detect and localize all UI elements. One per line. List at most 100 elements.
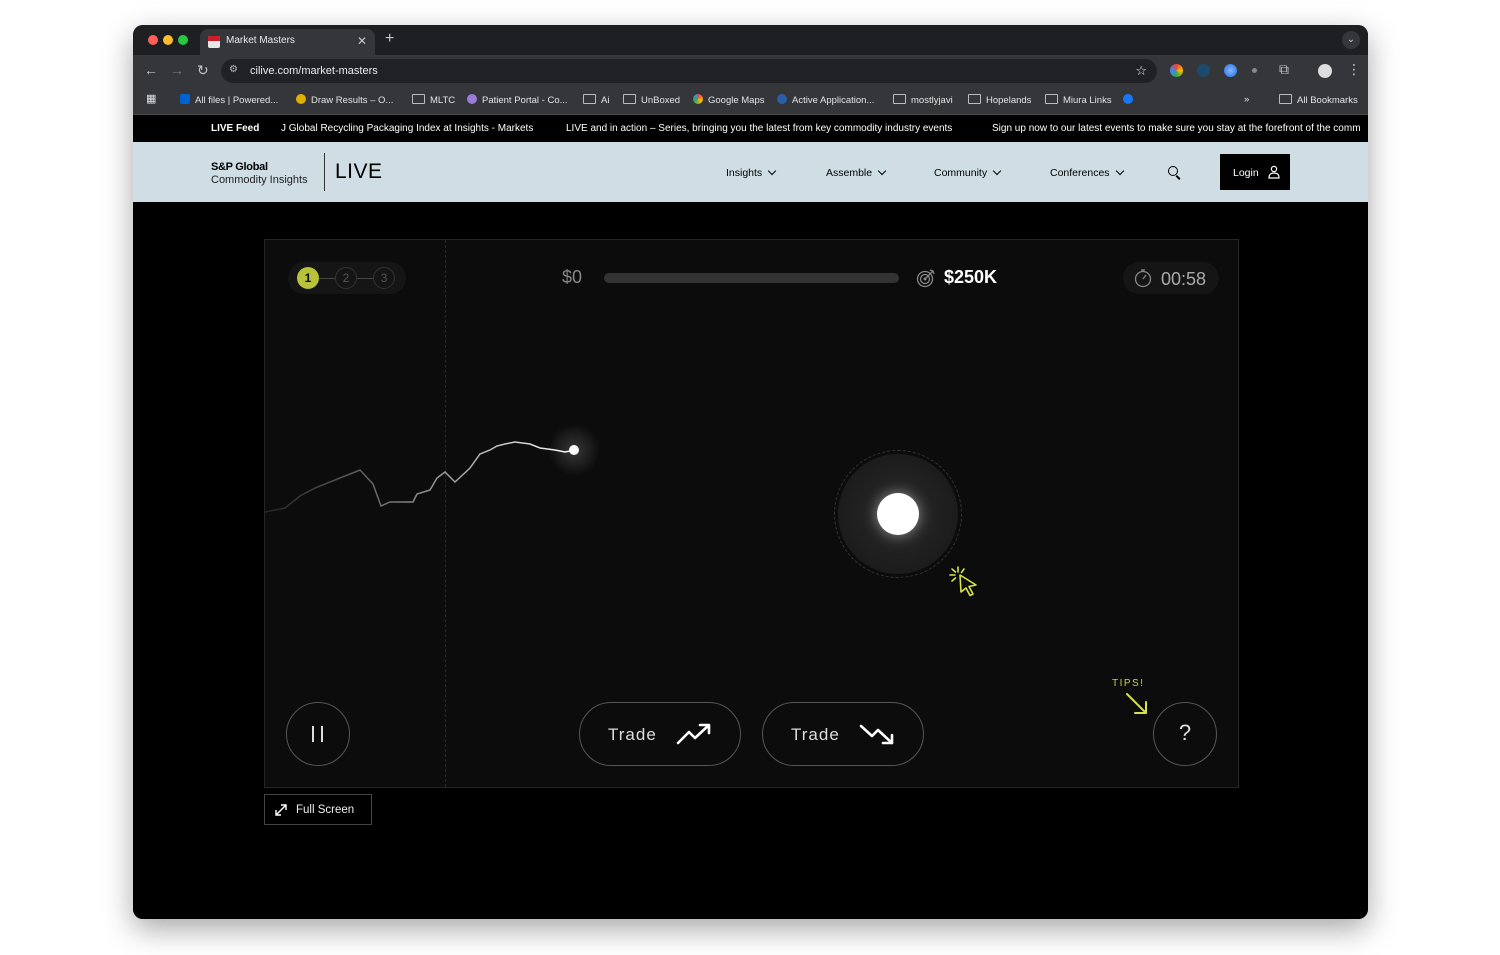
minimize-window-button[interactable] [163, 35, 173, 45]
address-bar[interactable]: ⚙ cilive.com/market-masters ☆ [221, 59, 1157, 83]
fullscreen-button[interactable]: Full Screen [264, 794, 372, 825]
bookmark-draw-results[interactable]: Draw Results – O... [296, 94, 393, 106]
bookmark-label: All files | Powered... [195, 95, 279, 106]
nav-insights[interactable]: Insights [726, 166, 777, 179]
ticker-item[interactable]: Sign up now to our latest events to make… [992, 123, 1361, 134]
bookmark-label: UnBoxed [641, 95, 681, 106]
browser-tab[interactable]: Market Masters ✕ [200, 29, 375, 55]
nav-label: Assemble [826, 167, 873, 179]
nav-label: Insights [726, 167, 763, 179]
ticker-item[interactable]: J Global Recycling Packaging Index at In… [281, 123, 533, 134]
pause-button[interactable] [286, 702, 350, 766]
box-icon [180, 94, 190, 104]
url-text: cilive.com/market-masters [250, 65, 378, 77]
bookmark-active-application[interactable]: Active Application... [777, 94, 874, 106]
nav-assemble[interactable]: Assemble [826, 166, 887, 179]
bookmark-label: MLTC [430, 95, 456, 106]
bookmark-hopelands[interactable]: Hopelands [968, 94, 1031, 106]
bookmark-star-icon[interactable]: ☆ [1135, 63, 1147, 79]
extension-color-icon[interactable] [1170, 64, 1183, 77]
new-tab-icon[interactable]: + [385, 30, 394, 48]
step-connector [357, 278, 373, 279]
folder-icon [893, 94, 906, 104]
logo-live[interactable]: LIVE [335, 160, 383, 184]
nav-conferences[interactable]: Conferences [1050, 166, 1124, 179]
browser-menu-icon[interactable]: ⋮ [1347, 61, 1361, 78]
site-favicon-icon [208, 36, 220, 48]
all-bookmarks[interactable]: All Bookmarks [1279, 94, 1358, 106]
chevron-down-icon [1115, 166, 1124, 176]
target-icon [916, 269, 935, 288]
portal-icon [467, 94, 477, 104]
bookmark-ai[interactable]: Ai [583, 94, 609, 106]
search-icon[interactable] [1168, 166, 1178, 176]
bookmark-label: Draw Results – O... [311, 95, 394, 106]
joystick-knob[interactable] [877, 493, 919, 535]
apps-grid-icon[interactable]: ▦ [146, 92, 156, 105]
bookmark-mostlyjavi[interactable]: mostlyjavi [893, 94, 953, 106]
ticker-label: LIVE Feed [211, 123, 260, 134]
trend-up-icon [676, 723, 711, 745]
bookmark-box[interactable]: All files | Powered... [180, 94, 278, 106]
help-button[interactable]: ? [1153, 702, 1217, 766]
current-price-dot [569, 445, 579, 455]
step-1: 1 [297, 267, 319, 289]
nav-community[interactable]: Community [934, 166, 1002, 179]
bookmark-unboxed[interactable]: UnBoxed [623, 94, 680, 106]
folder-icon [623, 94, 636, 104]
bookmark-google-maps[interactable]: Google Maps [693, 94, 765, 106]
money-target: $250K [944, 267, 998, 287]
tab-search-icon[interactable]: ⌄ [1342, 31, 1360, 49]
fullscreen-label: Full Screen [296, 804, 355, 816]
expand-icon [275, 804, 287, 816]
bookmark-facebook[interactable] [1123, 94, 1138, 106]
bookmarks-overflow-icon[interactable]: » [1244, 94, 1249, 105]
extensions-puzzle-icon[interactable]: ⧉ [1279, 61, 1289, 78]
reload-icon[interactable]: ↻ [197, 62, 209, 79]
bookmark-patient-portal[interactable]: Patient Portal - Co... [467, 94, 568, 106]
lottery-icon [296, 94, 306, 104]
pause-icon [312, 726, 314, 742]
extension-globe-icon[interactable] [1224, 64, 1237, 77]
ticker-item[interactable]: LIVE and in action – Series, bringing yo… [566, 123, 952, 134]
close-window-button[interactable] [148, 35, 158, 45]
browser-toolbar: ← → ↻ ⚙ cilive.com/market-masters ☆ ⧉ ⋮ [133, 55, 1368, 87]
site-info-icon[interactable]: ⚙ [229, 64, 238, 75]
folder-icon [968, 94, 981, 104]
logo-brand[interactable]: S&P Global [211, 161, 268, 173]
live-feed-ticker: LIVE Feed J Global Recycling Packaging I… [133, 115, 1368, 142]
step-connector [319, 278, 335, 279]
back-icon[interactable]: ← [144, 62, 158, 78]
trade-down-button[interactable]: Trade [762, 702, 924, 766]
forward-icon[interactable]: → [170, 62, 184, 78]
trade-down-label: Trade [791, 725, 840, 744]
bookmark-label: mostlyjavi [911, 95, 953, 106]
extension-dot-icon[interactable] [1252, 68, 1257, 73]
folder-icon [412, 94, 425, 104]
stopwatch-icon [1134, 269, 1152, 288]
level-steps: 1 2 3 [288, 262, 406, 294]
login-button[interactable]: Login [1220, 154, 1290, 190]
logo-divider [324, 153, 325, 191]
logo-subtitle[interactable]: Commodity Insights [211, 174, 308, 186]
price-chart [265, 424, 600, 513]
step-3: 3 [373, 267, 395, 289]
bookmark-miura-links[interactable]: Miura Links [1045, 94, 1112, 106]
bookmark-label: Patient Portal - Co... [482, 95, 568, 106]
maps-pin-icon [693, 94, 703, 104]
extension-blue-icon[interactable] [1197, 64, 1210, 77]
bookmark-label: Google Maps [708, 95, 765, 106]
price-line [265, 441, 576, 513]
chevron-down-icon [877, 166, 887, 176]
trade-up-button[interactable]: Trade [579, 702, 741, 766]
close-tab-icon[interactable]: ✕ [357, 34, 367, 48]
timer-text: 00:58 [1161, 269, 1207, 289]
maximize-window-button[interactable] [178, 35, 188, 45]
trend-down-icon [859, 724, 894, 745]
nav-label: Conferences [1050, 167, 1110, 179]
click-cursor-icon [949, 566, 977, 597]
profile-avatar[interactable] [1318, 64, 1332, 78]
money-start: $0 [562, 267, 583, 287]
bookmark-mltc[interactable]: MLTC [412, 94, 455, 106]
application-icon [777, 94, 787, 104]
